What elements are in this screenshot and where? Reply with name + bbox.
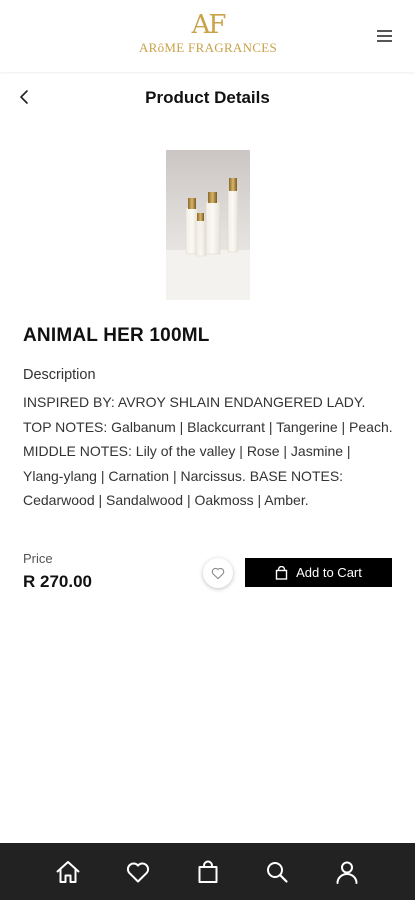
add-to-cart-label: Add to Cart xyxy=(296,565,362,580)
product-name: ANIMAL HER 100ML xyxy=(23,325,210,346)
top-header: AF ARôME FRAGRANCES xyxy=(0,0,415,72)
heart-icon xyxy=(126,862,150,883)
nav-cart-button[interactable] xyxy=(193,857,223,887)
wishlist-button[interactable] xyxy=(203,558,233,588)
page-title: Product Details xyxy=(145,88,270,107)
bottom-navigation xyxy=(0,843,415,900)
bag-icon xyxy=(275,565,288,580)
product-description: INSPIRED BY: AVROY SHLAIN ENDANGERED LAD… xyxy=(23,394,393,508)
description-heading: Description xyxy=(23,367,96,383)
logo-text: ARôME FRAGRANCES xyxy=(138,40,278,55)
product-details-page: AF ARôME FRAGRANCES Product Details ANIM… xyxy=(0,0,415,900)
sub-header: Product Details xyxy=(0,74,415,122)
user-icon xyxy=(336,861,358,884)
nav-wishlist-button[interactable] xyxy=(123,857,153,887)
price-label: Price xyxy=(23,551,53,566)
nav-account-button[interactable] xyxy=(332,857,362,887)
nav-home-button[interactable] xyxy=(53,857,83,887)
logo-mark: AF xyxy=(191,10,227,40)
shopping-bag-icon xyxy=(198,860,218,883)
brand-logo[interactable]: AF ARôME FRAGRANCES xyxy=(108,10,308,66)
product-image[interactable] xyxy=(166,150,250,300)
search-icon xyxy=(267,862,288,883)
price-value: R 270.00 xyxy=(23,572,92,591)
heart-outline-icon xyxy=(211,567,225,580)
add-to-cart-button[interactable]: Add to Cart xyxy=(245,558,392,587)
nav-search-button[interactable] xyxy=(262,857,292,887)
hamburger-menu-icon[interactable] xyxy=(377,28,393,44)
home-icon xyxy=(56,861,80,883)
